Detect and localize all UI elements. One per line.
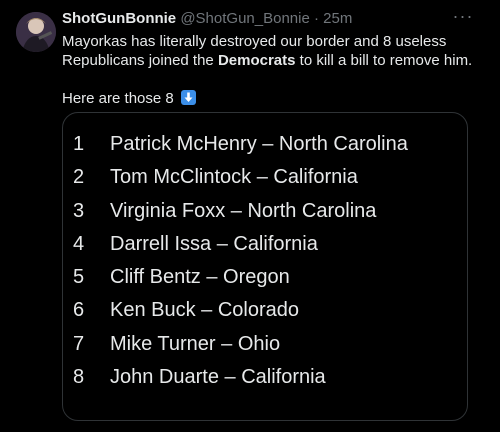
avatar-image <box>16 12 56 52</box>
tweet-text-part2: to kill a bill to remove him. <box>295 52 473 69</box>
author-name[interactable]: ShotGunBonnie <box>62 10 176 27</box>
more-options-icon[interactable]: ··· <box>450 7 476 30</box>
list-number: 1 <box>73 133 85 155</box>
member-name: Mike Turner – Ohio <box>110 332 281 355</box>
down-arrow-emoji-icon <box>180 90 196 105</box>
list-number: 7 <box>73 332 85 355</box>
avatar[interactable] <box>16 12 56 52</box>
member-name: John Duarte – California <box>110 366 326 389</box>
member-name: Patrick McHenry – North Carolina <box>110 133 408 155</box>
list-number: 4 <box>73 232 85 255</box>
member-name: Tom McClintock – California <box>110 166 358 189</box>
tweet-header: ShotGunBonnie @ShotGun_Bonnie · 25m <box>62 10 460 27</box>
list-number: 5 <box>73 266 85 289</box>
author-handle[interactable]: @ShotGun_Bonnie <box>180 10 310 27</box>
member-name: Ken Buck – Colorado <box>110 299 300 322</box>
embedded-image-card[interactable]: 1 Patrick McHenry – North Carolina 2 Tom… <box>62 112 468 421</box>
member-name: Darrell Issa – California <box>110 232 318 255</box>
tweet[interactable]: ShotGunBonnie @ShotGun_Bonnie · 25m ··· … <box>0 0 500 432</box>
list-number: 8 <box>73 366 85 389</box>
tweet-text-line3-row: Here are those 8 <box>62 89 482 108</box>
list-number: 3 <box>73 199 85 222</box>
member-name: Virginia Foxx – North Carolina <box>110 199 377 222</box>
separator-dot: · <box>314 10 319 27</box>
tweet-text-line3: Here are those 8 <box>62 90 174 107</box>
tweet-text: Mayorkas has literally destroyed our bor… <box>62 32 482 108</box>
timestamp[interactable]: 25m <box>323 10 352 27</box>
list-number: 2 <box>73 166 85 189</box>
list-number: 6 <box>73 299 85 322</box>
tweet-text-bold: Democrats <box>217 52 296 69</box>
member-name: Cliff Bentz – Oregon <box>110 266 290 289</box>
